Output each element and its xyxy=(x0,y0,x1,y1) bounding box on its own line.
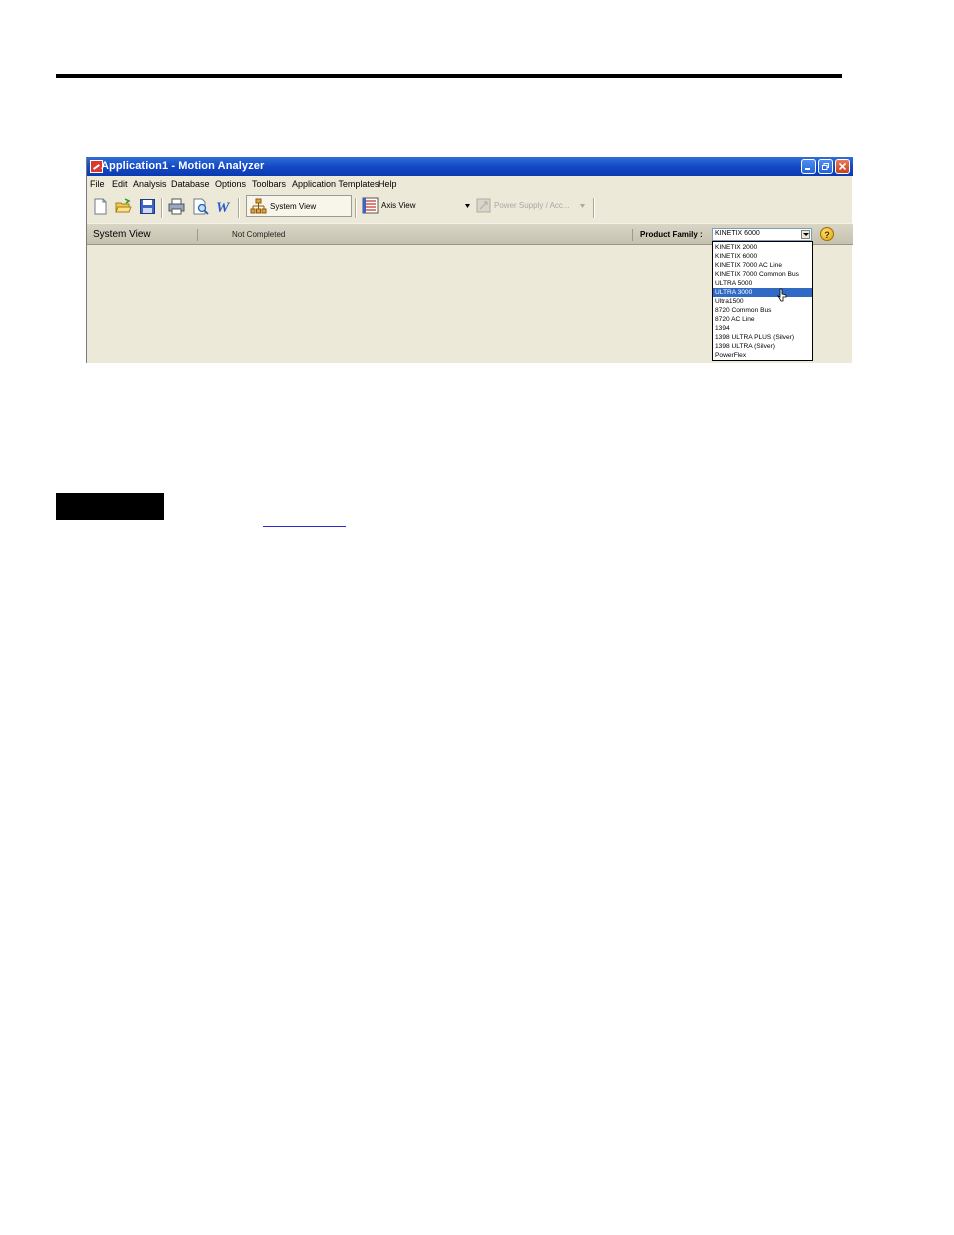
divider xyxy=(197,229,198,241)
window-title: Application1 - Motion Analyzer xyxy=(101,160,265,172)
toolbar-separator xyxy=(355,198,357,218)
print-preview-icon[interactable] xyxy=(192,198,209,215)
open-folder-icon[interactable] xyxy=(115,198,132,215)
toolbar: W System View Axis View Power Supply / A… xyxy=(87,192,853,222)
print-icon[interactable] xyxy=(168,198,185,215)
toolbar-separator xyxy=(238,198,240,218)
product-family-select[interactable]: KINETIX 6000 xyxy=(712,228,812,241)
dropdown-option[interactable]: 1398 ULTRA PLUS (Silver) xyxy=(713,333,812,342)
dropdown-option[interactable]: 1394 xyxy=(713,324,812,333)
dropdown-option[interactable]: KINETIX 2000 xyxy=(713,243,812,252)
restore-icon xyxy=(822,163,829,170)
dropdown-option[interactable]: PowerFlex xyxy=(713,351,812,360)
svg-text:W: W xyxy=(216,200,231,215)
motion-analyzer-window: Application1 - Motion Analyzer File Edit… xyxy=(86,157,853,363)
view-title: System View xyxy=(93,229,151,240)
menu-database[interactable]: Database xyxy=(171,179,210,189)
power-supply-label: Power Supply / Acc... xyxy=(494,201,570,210)
minimize-button[interactable] xyxy=(801,159,816,174)
system-view-button[interactable]: System View xyxy=(246,195,352,217)
product-family-dropdown: KINETIX 2000 KINETIX 6000 KINETIX 7000 A… xyxy=(712,241,813,361)
dropdown-option[interactable]: 1398 ULTRA (Silver) xyxy=(713,342,812,351)
dropdown-option[interactable]: Ultra1500 xyxy=(713,297,812,306)
save-icon[interactable] xyxy=(139,198,156,215)
chevron-down-icon xyxy=(580,204,585,208)
minimize-icon xyxy=(805,168,810,170)
hyperlink-underline[interactable] xyxy=(263,526,346,527)
title-bar[interactable]: Application1 - Motion Analyzer xyxy=(87,157,853,176)
page-header-rule xyxy=(56,74,842,78)
dropdown-option[interactable]: KINETIX 7000 Common Bus xyxy=(713,270,812,279)
new-file-icon[interactable] xyxy=(92,198,109,215)
dropdown-option[interactable]: KINETIX 6000 xyxy=(713,252,812,261)
menu-analysis[interactable]: Analysis xyxy=(133,179,167,189)
system-view-label: System View xyxy=(270,202,317,211)
menu-toolbars[interactable]: Toolbars xyxy=(252,179,286,189)
axis-view-label: Axis View xyxy=(381,201,416,210)
menu-options[interactable]: Options xyxy=(215,179,246,189)
close-icon xyxy=(839,163,846,170)
power-supply-icon xyxy=(476,198,491,213)
menu-edit[interactable]: Edit xyxy=(112,179,128,189)
system-tree-icon xyxy=(250,198,267,214)
close-button[interactable] xyxy=(835,159,850,174)
dropdown-option-highlighted[interactable]: ULTRA 3000 xyxy=(713,288,812,297)
word-export-icon[interactable]: W xyxy=(215,198,232,215)
toolbar-separator xyxy=(593,198,595,218)
help-icon[interactable]: ? xyxy=(820,227,834,241)
completion-status: Not Completed xyxy=(232,230,286,239)
note-label-box xyxy=(56,493,164,520)
product-family-label: Product Family : xyxy=(640,230,703,239)
divider xyxy=(632,229,633,241)
restore-button[interactable] xyxy=(818,159,833,174)
chevron-down-icon[interactable] xyxy=(801,230,810,239)
dropdown-option[interactable]: KINETIX 7000 AC Line xyxy=(713,261,812,270)
chevron-down-icon[interactable] xyxy=(465,204,470,208)
dropdown-option[interactable]: 8720 Common Bus xyxy=(713,306,812,315)
power-supply-button: Power Supply / Acc... xyxy=(474,195,590,217)
menu-application-templates[interactable]: Application Templates xyxy=(292,179,379,189)
mouse-pointer-icon xyxy=(777,288,787,302)
dropdown-option[interactable]: ULTRA 5000 xyxy=(713,279,812,288)
toolbar-separator xyxy=(161,198,163,218)
axis-view-button[interactable]: Axis View xyxy=(360,195,470,217)
axis-list-icon xyxy=(362,197,379,214)
product-family-value: KINETIX 6000 xyxy=(715,230,760,237)
dropdown-option[interactable]: 8720 AC Line xyxy=(713,315,812,324)
menu-bar: File Edit Analysis Database Options Tool… xyxy=(87,176,853,192)
menu-help[interactable]: Help xyxy=(378,179,397,189)
menu-file[interactable]: File xyxy=(90,179,105,189)
